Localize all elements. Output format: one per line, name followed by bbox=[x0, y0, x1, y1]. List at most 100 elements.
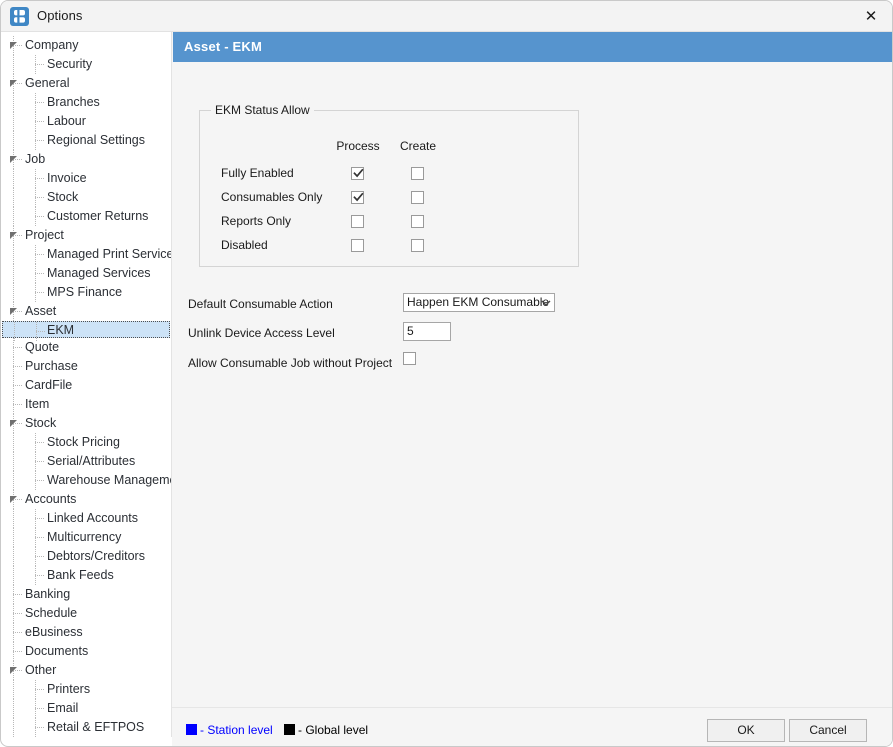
sidebar-item-other[interactable]: Other bbox=[2, 661, 172, 680]
sidebar-item-labour[interactable]: Labour bbox=[2, 112, 172, 131]
sidebar-item-managed-services[interactable]: Managed Services bbox=[2, 264, 172, 283]
checkbox-process-disabled[interactable] bbox=[351, 239, 364, 252]
tree-branch-connector bbox=[35, 102, 44, 103]
sidebar-item-label: EKM bbox=[47, 323, 74, 337]
sidebar-item-customer-returns[interactable]: Customer Returns bbox=[2, 207, 172, 226]
unlink-device-access-level-value: 5 bbox=[407, 324, 414, 338]
default-consumable-action-value: Happen EKM Consumable bbox=[407, 295, 549, 309]
station-level-swatch-icon bbox=[186, 724, 197, 735]
tree-branch-connector bbox=[35, 178, 44, 179]
allow-consumable-job-without-project-checkbox[interactable] bbox=[403, 352, 416, 365]
expander-collapse-icon[interactable] bbox=[10, 496, 18, 504]
unlink-device-access-level-input[interactable]: 5 bbox=[403, 322, 451, 341]
tree-branch-connector bbox=[35, 64, 44, 65]
sidebar-item-managed-print-services[interactable]: Managed Print Services bbox=[2, 245, 172, 264]
label-unlink-device-access-level: Unlink Device Access Level bbox=[188, 326, 335, 340]
checkbox-process-reports-only[interactable] bbox=[351, 215, 364, 228]
sidebar-item-label: Printers bbox=[47, 682, 90, 696]
sidebar-item-printers[interactable]: Printers bbox=[2, 680, 172, 699]
tree-trunk-line bbox=[13, 283, 14, 302]
sidebar-item-debtors-creditors[interactable]: Debtors/Creditors bbox=[2, 547, 172, 566]
sidebar-item-label: Asset bbox=[25, 304, 56, 318]
sidebar-item-asset[interactable]: Asset bbox=[2, 302, 172, 321]
checkbox-process-consumables-only[interactable] bbox=[351, 191, 364, 204]
tree-trunk-line bbox=[13, 264, 14, 283]
label-default-consumable-action: Default Consumable Action bbox=[188, 297, 333, 311]
sidebar-item-ekm[interactable]: EKM bbox=[2, 321, 170, 338]
checkbox-create-reports-only[interactable] bbox=[411, 215, 424, 228]
sidebar-item-multicurrency[interactable]: Multicurrency bbox=[2, 528, 172, 547]
sidebar-item-warehouse-management[interactable]: Warehouse Management bbox=[2, 471, 172, 490]
sidebar-item-mps-finance[interactable]: MPS Finance bbox=[2, 283, 172, 302]
sidebar-item-purchase[interactable]: Purchase bbox=[2, 357, 172, 376]
tree-trunk-line bbox=[13, 509, 14, 528]
sidebar-item-company[interactable]: Company bbox=[2, 36, 172, 55]
checkbox-create-fully-enabled[interactable] bbox=[411, 167, 424, 180]
sidebar-item-retail-eftpos[interactable]: Retail & EFTPOS bbox=[2, 718, 172, 737]
sidebar-item-label: Serial/Attributes bbox=[47, 454, 135, 468]
sidebar-item-bank-feeds[interactable]: Bank Feeds bbox=[2, 566, 172, 585]
sidebar-item-branches[interactable]: Branches bbox=[2, 93, 172, 112]
sidebar-item-label: Email bbox=[47, 701, 78, 715]
tree-trunk-line bbox=[13, 699, 14, 718]
checkbox-create-consumables-only[interactable] bbox=[411, 191, 424, 204]
tree-root-connector bbox=[13, 651, 22, 652]
expander-collapse-icon[interactable] bbox=[10, 42, 18, 50]
sidebar-item-stock[interactable]: Stock bbox=[2, 414, 172, 433]
status-row-label: Disabled bbox=[221, 238, 268, 252]
tree-branch-connector bbox=[35, 216, 44, 217]
sidebar-item-stock-pricing[interactable]: Stock Pricing bbox=[2, 433, 172, 452]
chevron-down-icon bbox=[541, 299, 551, 307]
tree-branch-connector bbox=[35, 575, 44, 576]
sidebar-item-email[interactable]: Email bbox=[2, 699, 172, 718]
sidebar-item-label: Linked Accounts bbox=[47, 511, 138, 525]
close-button[interactable]: ✕ bbox=[848, 1, 893, 31]
tree-branch-connector bbox=[35, 121, 44, 122]
expander-collapse-icon[interactable] bbox=[10, 156, 18, 164]
expander-collapse-icon[interactable] bbox=[10, 232, 18, 240]
sidebar-item-documents[interactable]: Documents bbox=[2, 642, 172, 661]
tree-trunk-line bbox=[13, 528, 14, 547]
default-consumable-action-select[interactable]: Happen EKM Consumable bbox=[403, 293, 555, 312]
cancel-button[interactable]: Cancel bbox=[789, 719, 867, 742]
legend-global-level-label: - Global level bbox=[298, 723, 368, 737]
expander-collapse-icon[interactable] bbox=[10, 667, 18, 675]
sidebar-item-accounts[interactable]: Accounts bbox=[2, 490, 172, 509]
sidebar-item-invoice[interactable]: Invoice bbox=[2, 169, 172, 188]
checkbox-create-disabled[interactable] bbox=[411, 239, 424, 252]
expander-collapse-icon[interactable] bbox=[10, 80, 18, 88]
sidebar-item-schedule[interactable]: Schedule bbox=[2, 604, 172, 623]
tree-trunk-line bbox=[13, 207, 14, 226]
sidebar-item-label: Debtors/Creditors bbox=[47, 549, 145, 563]
sidebar-item-general[interactable]: General bbox=[2, 74, 172, 93]
sidebar-item-item[interactable]: Item bbox=[2, 395, 172, 414]
title-bar: Options ✕ bbox=[1, 1, 893, 32]
tree-trunk-line bbox=[13, 718, 14, 737]
sidebar-item-label: Regional Settings bbox=[47, 133, 145, 147]
sidebar-item-ebusiness[interactable]: eBusiness bbox=[2, 623, 172, 642]
sidebar-item-label: Documents bbox=[25, 644, 88, 658]
sidebar-item-cardfile[interactable]: CardFile bbox=[2, 376, 172, 395]
sidebar-item-banking[interactable]: Banking bbox=[2, 585, 172, 604]
global-level-swatch-icon bbox=[284, 724, 295, 735]
sidebar-item-job[interactable]: Job bbox=[2, 150, 172, 169]
tree-branch-connector bbox=[35, 480, 44, 481]
app-logo-glyph bbox=[14, 10, 25, 23]
sidebar-item-stock[interactable]: Stock bbox=[2, 188, 172, 207]
sidebar-item-regional-settings[interactable]: Regional Settings bbox=[2, 131, 172, 150]
checkbox-process-fully-enabled[interactable] bbox=[351, 167, 364, 180]
sidebar-item-project[interactable]: Project bbox=[2, 226, 172, 245]
sidebar-item-serial-attributes[interactable]: Serial/Attributes bbox=[2, 452, 172, 471]
tree-branch-connector bbox=[35, 292, 44, 293]
ok-button[interactable]: OK bbox=[707, 719, 785, 742]
tree-root-connector bbox=[13, 632, 22, 633]
expander-collapse-icon[interactable] bbox=[10, 308, 18, 316]
settings-tree-panel[interactable]: CompanySecurityGeneralBranchesLabour Regi… bbox=[2, 32, 172, 737]
sidebar-item-linked-accounts[interactable]: Linked Accounts bbox=[2, 509, 172, 528]
tree-trunk-line bbox=[13, 188, 14, 207]
sidebar-item-security[interactable]: Security bbox=[2, 55, 172, 74]
expander-collapse-icon[interactable] bbox=[10, 420, 18, 428]
tree-trunk-line bbox=[13, 452, 14, 471]
check-icon bbox=[353, 168, 364, 179]
sidebar-item-quote[interactable]: Quote bbox=[2, 338, 172, 357]
